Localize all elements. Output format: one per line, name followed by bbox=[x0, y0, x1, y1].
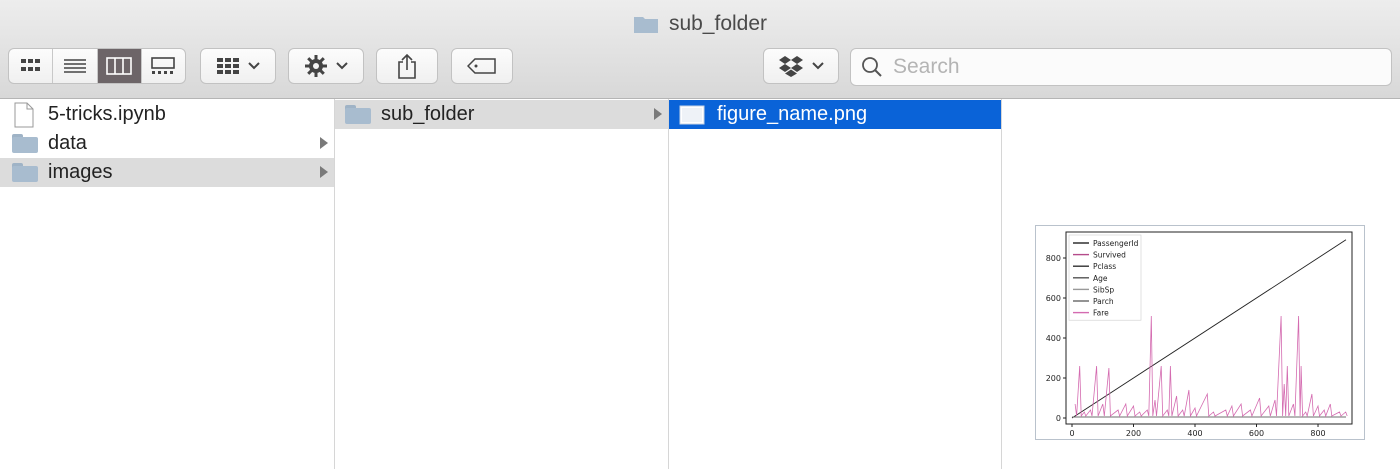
column-3: figure_name.png bbox=[669, 99, 1002, 469]
gallery-view-icon bbox=[151, 57, 176, 74]
group-by-button[interactable] bbox=[200, 48, 276, 84]
item-label: figure_name.png bbox=[717, 103, 868, 125]
y-tick-label: 0 bbox=[1056, 414, 1061, 423]
disclosure-arrow-icon bbox=[320, 137, 328, 149]
toolbar: sub_folder bbox=[0, 0, 1400, 99]
x-tick-label: 400 bbox=[1187, 429, 1202, 438]
share-button[interactable] bbox=[376, 48, 438, 84]
folder-icon bbox=[12, 134, 38, 153]
tag-icon bbox=[467, 58, 496, 74]
item-label: images bbox=[48, 161, 113, 183]
dropbox-button[interactable] bbox=[763, 48, 839, 84]
list-item[interactable]: sub_folder bbox=[335, 100, 668, 129]
chevron-down-icon bbox=[336, 62, 348, 70]
y-tick-label: 800 bbox=[1046, 254, 1061, 263]
document-icon bbox=[14, 102, 34, 127]
column-1: 5-tricks.ipynb data images bbox=[0, 99, 335, 469]
column-2: sub_folder bbox=[335, 99, 669, 469]
folder-icon bbox=[633, 17, 658, 33]
chevron-down-icon bbox=[812, 62, 824, 70]
gear-icon bbox=[305, 55, 327, 77]
x-tick-label: 200 bbox=[1126, 429, 1141, 438]
dropbox-icon bbox=[779, 56, 803, 77]
view-mode-control bbox=[8, 48, 186, 84]
y-tick-label: 400 bbox=[1046, 334, 1061, 343]
disclosure-arrow-icon bbox=[320, 166, 328, 178]
legend-label: Survived bbox=[1093, 251, 1126, 260]
share-icon bbox=[398, 53, 416, 79]
icon-view-icon bbox=[20, 59, 40, 71]
folder-icon bbox=[12, 163, 38, 182]
list-item[interactable]: figure_name.png bbox=[669, 100, 1001, 129]
legend-label: Fare bbox=[1093, 309, 1109, 318]
legend-label: PassengerId bbox=[1093, 239, 1139, 248]
column-view-icon bbox=[106, 57, 132, 75]
icon-view-button[interactable] bbox=[9, 49, 54, 83]
window-title: sub_folder bbox=[0, 12, 1400, 40]
image-preview[interactable]: 0 200 400 600 800 0 200 400 600 800 PassengerId Sur… bbox=[1035, 225, 1365, 440]
legend-label: Pclass bbox=[1093, 262, 1116, 271]
item-label: 5-tricks.ipynb bbox=[48, 103, 166, 125]
disclosure-arrow-icon bbox=[654, 108, 662, 120]
list-item[interactable]: images bbox=[0, 158, 334, 187]
legend-label: Parch bbox=[1093, 297, 1114, 306]
list-item[interactable]: data bbox=[0, 129, 334, 158]
list-view-icon bbox=[63, 59, 86, 73]
x-tick-label: 0 bbox=[1069, 429, 1074, 438]
item-label: sub_folder bbox=[381, 103, 475, 125]
gallery-view-button[interactable] bbox=[142, 49, 185, 83]
search-input[interactable] bbox=[891, 54, 1375, 80]
y-tick-label: 600 bbox=[1046, 294, 1061, 303]
group-grid-icon bbox=[217, 58, 239, 74]
x-tick-label: 600 bbox=[1249, 429, 1264, 438]
legend-label: SibSp bbox=[1093, 285, 1114, 294]
action-menu-button[interactable] bbox=[288, 48, 364, 84]
chart: 0 200 400 600 800 0 200 400 600 800 PassengerId Sur… bbox=[1046, 231, 1353, 438]
legend-label: Age bbox=[1093, 274, 1108, 283]
column-view-button[interactable] bbox=[97, 49, 142, 83]
folder-icon bbox=[345, 105, 371, 124]
tags-button[interactable] bbox=[451, 48, 513, 84]
image-file-icon bbox=[679, 105, 705, 124]
x-tick-label: 800 bbox=[1310, 429, 1325, 438]
item-label: data bbox=[48, 132, 87, 154]
search-icon bbox=[862, 57, 882, 77]
chevron-down-icon bbox=[248, 62, 260, 70]
window-title-text: sub_folder bbox=[668, 12, 768, 35]
search-field[interactable] bbox=[850, 48, 1392, 86]
list-item[interactable]: 5-tricks.ipynb bbox=[0, 100, 334, 129]
y-tick-label: 200 bbox=[1046, 374, 1061, 383]
list-view-button[interactable] bbox=[53, 49, 98, 83]
